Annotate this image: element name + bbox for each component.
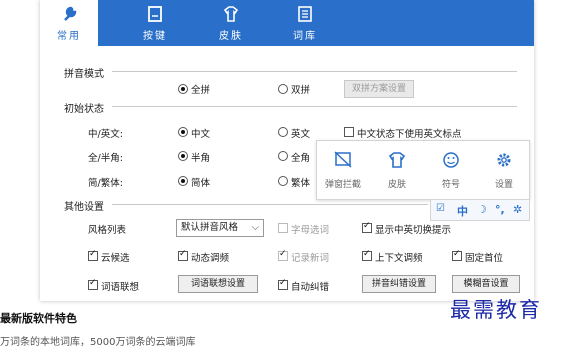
wrench-icon xyxy=(40,5,98,23)
divider xyxy=(112,204,428,205)
checkbox-dynamic-freq[interactable] xyxy=(178,249,188,261)
block-popup-icon xyxy=(317,151,369,169)
label-script: 简/繁体: xyxy=(88,178,123,189)
label-auto-correct: 自动纠错 xyxy=(291,282,330,293)
checkbox-letter-select[interactable] xyxy=(278,223,288,233)
pinyin-correct-settings-button[interactable]: 拼音纠错设置 xyxy=(362,275,436,293)
section-initial-state: 初始状态 xyxy=(64,104,104,115)
checkbox-auto-correct[interactable] xyxy=(278,278,288,290)
label-double-pinyin: 双拼 xyxy=(291,85,311,96)
gear-icon xyxy=(479,151,529,169)
label-full-width: 全角 xyxy=(291,153,311,164)
label-half-width: 半角 xyxy=(191,153,211,164)
label-traditional: 繁体 xyxy=(291,178,311,189)
label-full-pinyin: 全拼 xyxy=(191,85,211,96)
settings-icon[interactable]: ✲ xyxy=(513,203,522,216)
moon-icon[interactable]: ☽ xyxy=(477,203,487,216)
word-assoc-settings-button[interactable]: 词语联想设置 xyxy=(178,275,258,293)
checkbox-icon[interactable]: ☑ xyxy=(436,203,445,214)
label-fixed-first: 固定首位 xyxy=(465,253,504,264)
radio-double-pinyin[interactable] xyxy=(278,84,288,94)
tab-common[interactable]: 常用 xyxy=(40,0,98,46)
checkbox-record-new-words[interactable] xyxy=(278,249,288,261)
smiley-icon xyxy=(425,151,477,169)
punctuation-icon[interactable]: °, xyxy=(495,203,505,216)
feature-heading: 最新版软件特色 xyxy=(0,312,77,325)
label-english: 英文 xyxy=(291,129,311,140)
tab-keys-label: 按键 xyxy=(143,31,167,42)
tab-keys[interactable]: 按键 xyxy=(126,0,184,46)
radio-traditional[interactable] xyxy=(278,176,288,186)
tab-skin-label: 皮肤 xyxy=(219,31,243,42)
checkbox-cloud-candidate[interactable] xyxy=(88,249,98,261)
label-cn-en: 中/英文: xyxy=(88,129,123,140)
popup-item-block[interactable]: 弹窗拦截 xyxy=(317,141,369,199)
radio-chinese[interactable] xyxy=(178,127,188,137)
checkbox-word-assoc[interactable] xyxy=(88,278,98,290)
popup-item-skin[interactable]: 皮肤 xyxy=(371,141,423,199)
tab-common-label: 常用 xyxy=(57,31,81,42)
label-simplified: 简体 xyxy=(191,178,211,189)
popup-item-label: 设置 xyxy=(494,180,513,190)
label-cloud-candidate: 云候选 xyxy=(101,253,130,264)
label-record-new-words: 记录新词 xyxy=(291,253,330,264)
checkbox-fixed-first[interactable] xyxy=(452,249,462,261)
mini-bar-chinese-mode[interactable]: 中 xyxy=(457,203,468,219)
candidate-style-value: 默认拼音风格 xyxy=(181,222,239,233)
tab-bar: 常用 按键 皮肤 词库 xyxy=(40,0,534,46)
label-word-assoc: 词语联想 xyxy=(101,282,140,293)
label-cn-punctuation: 中文状态下使用英文标点 xyxy=(357,129,462,140)
radio-half-width[interactable] xyxy=(178,151,188,161)
double-pinyin-settings-button[interactable]: 双拼方案设置 xyxy=(344,80,414,98)
radio-english[interactable] xyxy=(278,127,288,137)
tab-skin[interactable]: 皮肤 xyxy=(202,0,260,46)
popup-item-label: 弹窗拦截 xyxy=(324,180,361,190)
tab-lexicon[interactable]: 词库 xyxy=(276,0,334,46)
popup-item-label: 符号 xyxy=(441,180,460,190)
popup-item-settings[interactable]: 设置 xyxy=(479,141,529,199)
mini-status-bar: ☑ 中 ☽ °, ✲ xyxy=(430,199,530,221)
keyboard-icon xyxy=(126,5,184,23)
section-other-settings: 其他设置 xyxy=(64,202,104,213)
radio-full-pinyin[interactable] xyxy=(178,84,188,94)
label-chinese: 中文 xyxy=(191,129,211,140)
popup-item-label: 皮肤 xyxy=(387,180,406,190)
label-context-freq: 上下文调频 xyxy=(375,253,423,264)
book-icon xyxy=(276,5,334,23)
watermark: 最需教育 xyxy=(450,298,542,322)
candidate-style-select[interactable]: 默认拼音风格 ⌵ xyxy=(176,219,264,237)
tab-lexicon-label: 词库 xyxy=(293,31,317,42)
fuzzy-settings-button[interactable]: 模糊音设置 xyxy=(452,275,520,293)
checkbox-cn-punctuation[interactable] xyxy=(344,127,354,137)
label-dynamic-freq: 动态调频 xyxy=(191,253,230,264)
label-candidate-style: 风格列表 xyxy=(88,225,127,236)
label-show-switch-hint: 显示中英切换提示 xyxy=(375,225,452,236)
quick-toolbar-popup: 弹窗拦截 皮肤 符号 设置 xyxy=(316,140,530,200)
divider xyxy=(112,71,517,72)
shirt-icon xyxy=(202,5,260,23)
radio-simplified[interactable] xyxy=(178,176,188,186)
label-letter-select: 字母选词 xyxy=(291,225,330,236)
divider xyxy=(112,106,517,107)
checkbox-show-switch-hint[interactable] xyxy=(362,221,372,233)
shirt-icon xyxy=(371,151,423,169)
checkbox-context-freq[interactable] xyxy=(362,249,372,261)
label-width: 全/半角: xyxy=(88,153,123,164)
section-pinyin-mode: 拼音模式 xyxy=(64,69,104,80)
popup-item-symbols[interactable]: 符号 xyxy=(425,141,477,199)
chevron-down-icon: ⌵ xyxy=(251,222,259,233)
radio-full-width[interactable] xyxy=(278,151,288,161)
